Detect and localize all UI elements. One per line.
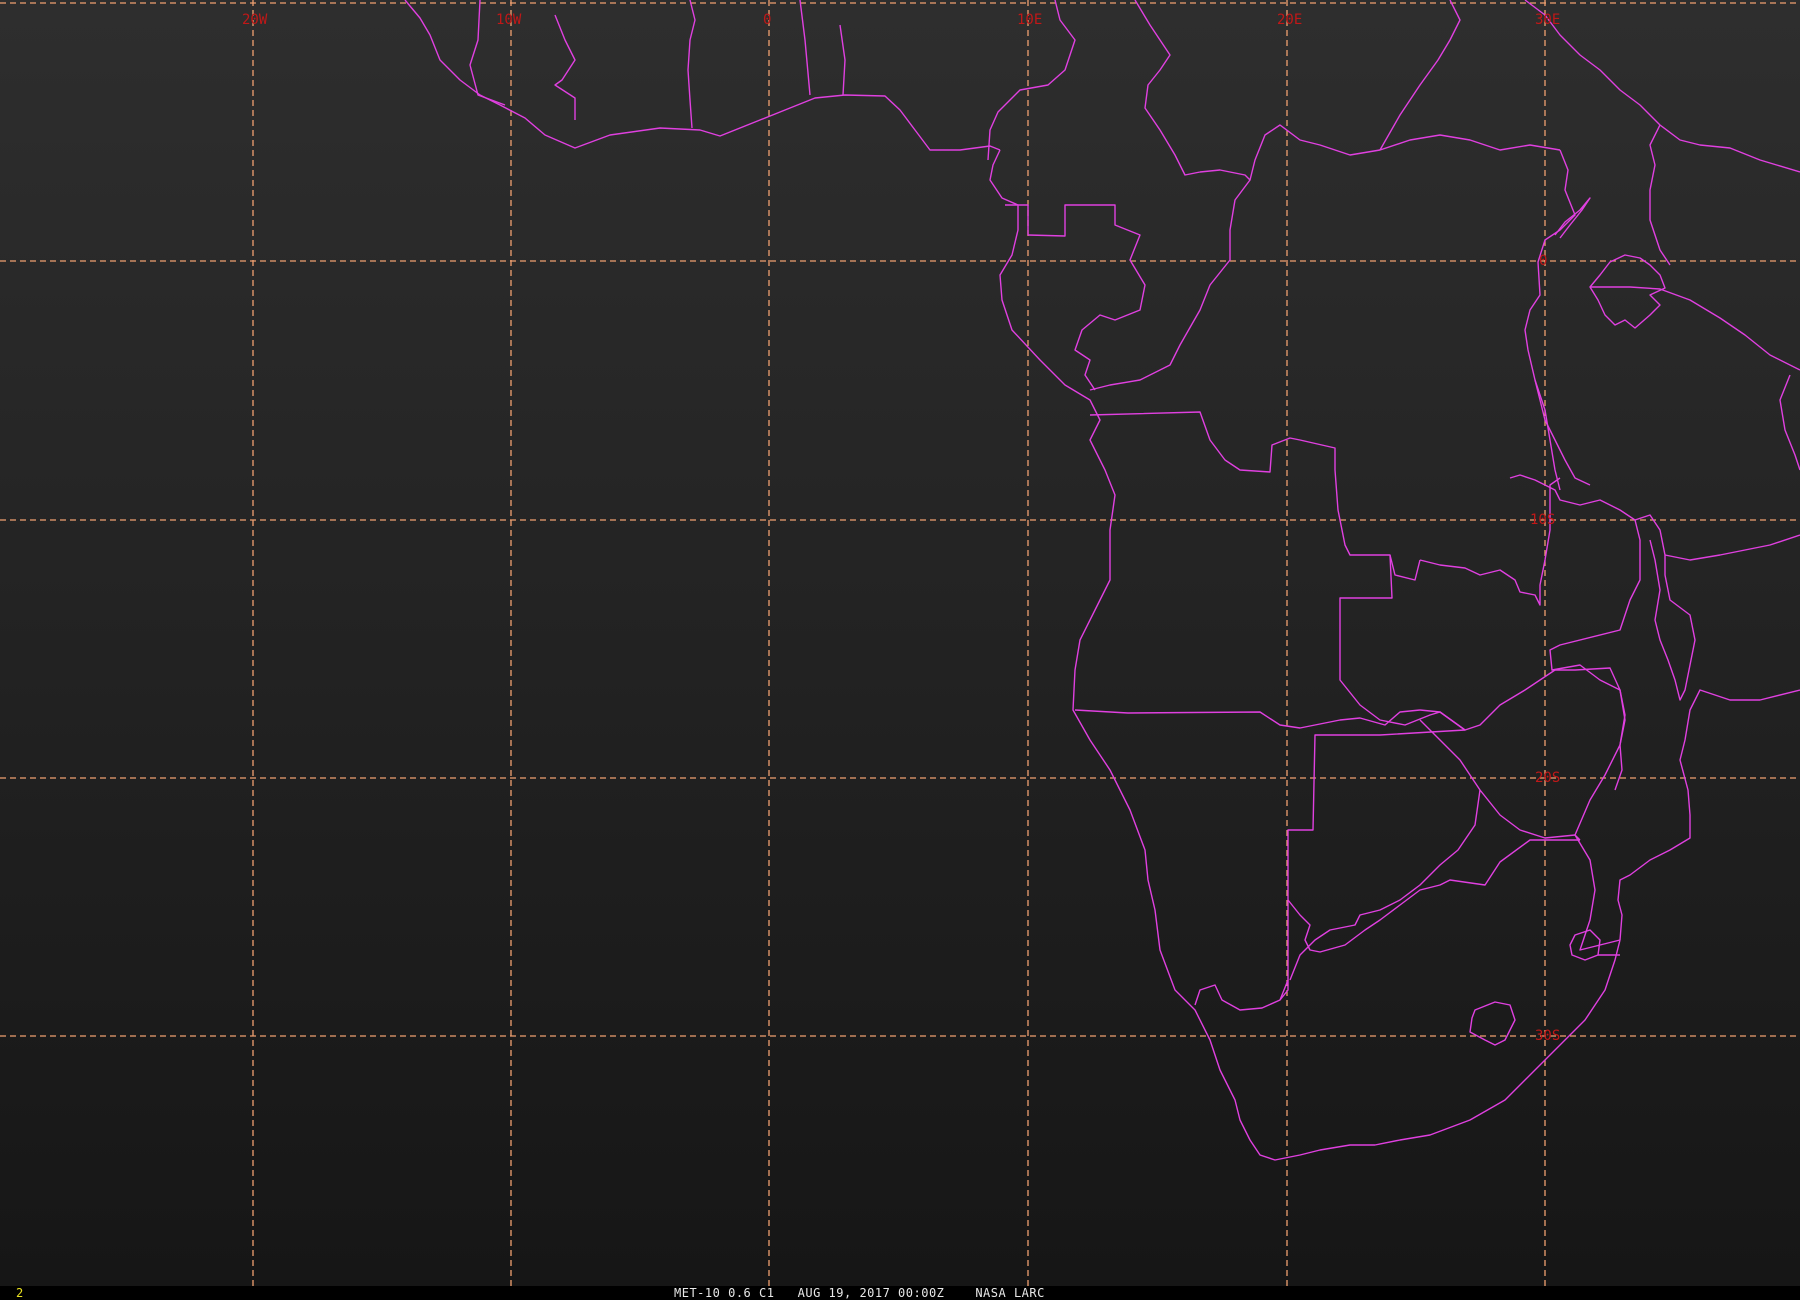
lon-label-20e: 20E (1277, 12, 1302, 28)
lon-label-30e: 30E (1535, 12, 1560, 28)
caption-agency: NASA LARC (975, 1286, 1045, 1300)
lon-label-10w: 10W (496, 12, 522, 28)
lat-label-10s: 10S (1530, 512, 1555, 528)
image-caption: MET-10 0.6 C1 AUG 19, 2017 00:00Z NASA L… (674, 1286, 1045, 1300)
lat-label-30s: 30S (1535, 1028, 1560, 1044)
lat-label-20s: 20S (1535, 770, 1560, 786)
caption-channel: 0.6 C1 (728, 1286, 775, 1300)
satellite-image-background (0, 0, 1800, 1286)
frame-number: 2 (16, 1286, 24, 1300)
caption-datetime: AUG 19, 2017 00:00Z (797, 1286, 945, 1300)
satellite-map-view[interactable]: 20W 10W 0 10E 20E 30E 0 10S 20S 30S (0, 0, 1800, 1300)
lon-label-0: 0 (763, 12, 771, 28)
caption-satellite: MET-10 (674, 1286, 721, 1300)
lat-label-0: 0 (1539, 253, 1547, 269)
status-bar: 2 MET-10 0.6 C1 AUG 19, 2017 00:00Z NASA… (0, 1286, 1800, 1300)
lon-label-10e: 10E (1017, 12, 1042, 28)
lon-label-20w: 20W (242, 12, 268, 28)
